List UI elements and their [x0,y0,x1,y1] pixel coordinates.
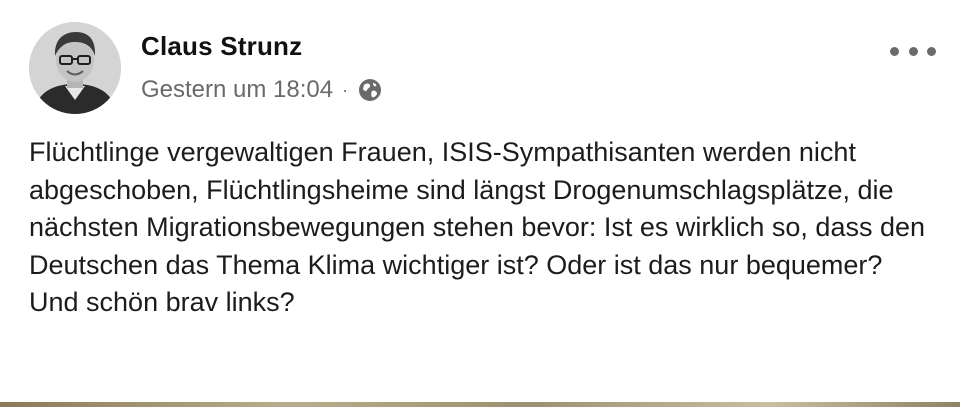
more-dot [927,46,936,56]
avatar[interactable] [29,22,121,114]
post-meta: Gestern um 18:04 · [141,75,383,105]
post-timestamp[interactable]: Gestern um 18:04 [141,76,333,104]
bottom-edge-strip [0,402,960,407]
author-name[interactable]: Claus Strunz [141,31,302,62]
more-dot [890,46,899,56]
more-options-icon[interactable] [890,40,936,62]
more-dot [908,46,918,56]
globe-icon[interactable] [357,77,383,103]
facebook-post: Claus Strunz Gestern um 18:04 · Flüchtli… [0,0,960,402]
meta-separator: · [342,80,349,100]
post-text: Flüchtlinge vergewaltigen Frauen, ISIS-S… [29,137,926,317]
